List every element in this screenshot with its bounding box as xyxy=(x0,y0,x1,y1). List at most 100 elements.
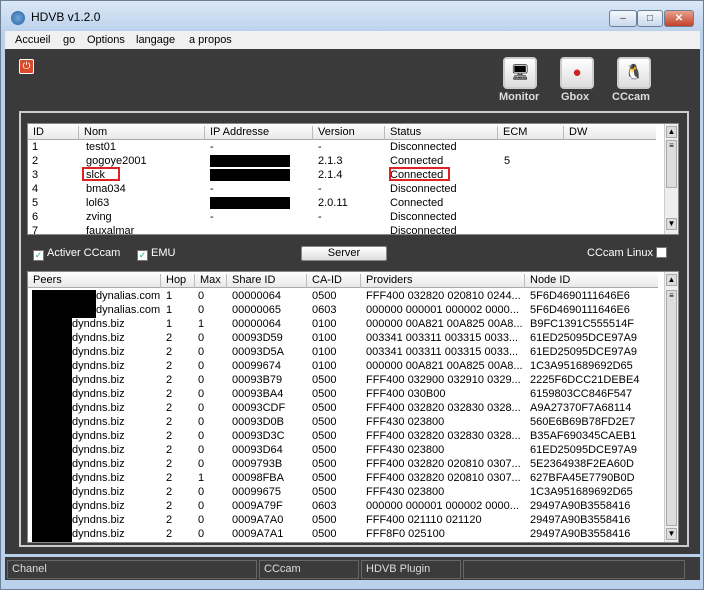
emu-checkbox[interactable]: ✓ EMU xyxy=(137,247,175,261)
col-dw[interactable]: DW xyxy=(563,126,587,140)
col-node-id[interactable]: Node ID xyxy=(524,274,570,288)
col-hop[interactable]: Hop xyxy=(160,274,186,288)
peer-cell: 0500 xyxy=(312,458,337,470)
scroll-thumb[interactable]: ≡ xyxy=(666,290,677,526)
peers-scrollbar[interactable]: ▲ ≡ ▼ xyxy=(664,272,678,542)
minimize-button[interactable]: ‒ xyxy=(609,10,637,27)
peer-row[interactable]: dyndns.biz 2 0 00093D5A 0100 003341 003311 00… xyxy=(28,346,660,360)
menu-langage[interactable]: langage xyxy=(136,34,175,46)
client-row[interactable]: 1 test01 - - Disconnected xyxy=(28,141,658,155)
col-id[interactable]: ID xyxy=(28,126,44,140)
peer-row[interactable]: dyndns.biz 2 0 00093BA4 0500 FFF400 030B00 615… xyxy=(28,388,660,402)
col-ecm[interactable]: ECM xyxy=(497,126,527,140)
peer-host-redacted xyxy=(32,332,72,346)
peer-row[interactable]: dyndns.biz 2 1 00098FBA 0500 FFF400 032820 02… xyxy=(28,472,660,486)
peer-cell: 000000 000001 000002 0000... xyxy=(366,500,519,512)
gbox-button[interactable]: ● xyxy=(560,57,594,89)
maximize-button[interactable]: □ xyxy=(637,10,663,27)
peer-row[interactable]: dyndns.biz 2 0 0009A79F 0603 000000 000001 00… xyxy=(28,500,660,514)
col-max[interactable]: Max xyxy=(194,274,221,288)
client-row[interactable]: 6 zving - - Disconnected xyxy=(28,211,658,225)
peer-row[interactable]: dyndns.biz 2 0 00093D64 0500 FFF430 023800 61E… xyxy=(28,444,660,458)
menu-go[interactable]: go xyxy=(63,34,75,46)
peer-row[interactable]: dyndns.biz 2 0 0009793B 0500 FFF400 032820 02… xyxy=(28,458,660,472)
monitor-button[interactable]: 🖥 xyxy=(503,57,537,89)
col-ip[interactable]: IP Addresse xyxy=(204,126,269,140)
peer-row[interactable]: dynalias.com 1 0 00000065 0603 000000 000001 … xyxy=(28,304,660,318)
peer-cell: 0 xyxy=(198,444,205,456)
peer-cell: 0 xyxy=(198,416,205,428)
peer-row[interactable]: dyndns.biz 2 0 00093B79 0500 FFF400 032900 03… xyxy=(28,374,660,388)
peer-cell: 0 xyxy=(198,528,205,540)
peer-cell: 2 xyxy=(166,402,173,414)
peer-cell: dyndns.biz xyxy=(72,430,125,442)
col-share-id[interactable]: Share ID xyxy=(226,274,275,288)
status-bar: Chanel CCcam HDVB Plugin xyxy=(5,557,700,580)
client-row[interactable]: 4 bma034 - - Disconnected xyxy=(28,183,658,197)
peer-cell: 0 xyxy=(198,360,205,372)
peer-row[interactable]: dyndns.biz 2 0 00093D59 0100 003341 003311 00… xyxy=(28,332,660,346)
client-ver: - xyxy=(318,211,322,223)
peer-cell: 000000 000001 000002 0000... xyxy=(366,304,519,316)
client-id: 7 xyxy=(32,225,39,235)
peer-row[interactable]: dyndns.biz 2 0 00093CDF 0500 FFF400 032820 03… xyxy=(28,402,660,416)
peer-row[interactable]: dyndns.biz 2 0 00099674 0100 000000 00A821 00… xyxy=(28,360,660,374)
client-row[interactable]: 2 gogoye2001 2.1.3 Connected 5 xyxy=(28,155,658,169)
client-status: Disconnected xyxy=(390,141,457,153)
col-version[interactable]: Version xyxy=(312,126,355,140)
activer-cccam-checkbox[interactable]: ✓ Activer CCcam xyxy=(33,247,120,261)
scroll-thumb[interactable]: ≡ xyxy=(666,140,677,188)
peer-row[interactable]: dyndns.biz 2 0 0009A7A1 0500 FFF8F0 025100 294… xyxy=(28,528,660,542)
peer-cell: dyndns.biz xyxy=(72,486,125,498)
emu-label: EMU xyxy=(151,247,176,259)
menu-a-propos[interactable]: a propos xyxy=(189,34,232,46)
client-status: Disconnected xyxy=(390,211,457,223)
peer-cell: 0009A7A0 xyxy=(232,514,284,526)
scroll-up-icon[interactable]: ▲ xyxy=(666,126,677,138)
peer-host-redacted xyxy=(32,402,72,416)
col-nom[interactable]: Nom xyxy=(78,126,107,140)
highlight-name xyxy=(82,167,120,181)
peer-cell: 00000064 xyxy=(232,290,281,302)
client-row[interactable]: 3 slck 2.1.4 Connected xyxy=(28,169,658,183)
peer-row[interactable]: dyndns.biz 2 0 0009A7A0 0500 FFF400 021110 02… xyxy=(28,514,660,528)
peer-row[interactable]: dyndns.biz 2 0 00093D3C 0500 FFF400 032820 03… xyxy=(28,430,660,444)
peer-cell: 2 xyxy=(166,360,173,372)
peer-row[interactable]: dyndns.biz 2 0 00099675 0500 FFF430 023800 1C3… xyxy=(28,486,660,500)
client-row[interactable]: 7 fauxalmar Disconnected xyxy=(28,225,658,235)
peer-row[interactable]: dyndns.biz 1 1 00000064 0100 000000 00A821 00… xyxy=(28,318,660,332)
peer-cell: 0500 xyxy=(312,416,337,428)
col-status[interactable]: Status xyxy=(384,126,421,140)
peer-cell: B9FC1391C555514F xyxy=(530,318,634,330)
peer-row[interactable]: dyndns.biz 2 0 00093D0B 0500 FFF430 023800 560… xyxy=(28,416,660,430)
peer-cell: 1 xyxy=(166,318,173,330)
col-providers[interactable]: Providers xyxy=(360,274,412,288)
cccam-linux-checkbox[interactable]: CCcam Linux xyxy=(587,247,670,259)
peer-cell: dyndns.biz xyxy=(72,528,125,540)
client-id: 5 xyxy=(32,197,39,209)
close-button[interactable]: ✕ xyxy=(664,10,694,27)
power-icon[interactable]: ⏻ xyxy=(19,59,34,74)
peer-row[interactable]: dynalias.com 1 0 00000064 0500 FFF400 032820 … xyxy=(28,290,660,304)
peer-cell: 00098FBA xyxy=(232,472,284,484)
cccam-button[interactable]: 🐧 xyxy=(617,57,651,89)
menu-options[interactable]: Options xyxy=(87,34,125,46)
server-button[interactable]: Server xyxy=(301,246,387,261)
scroll-down-icon[interactable]: ▼ xyxy=(666,528,677,540)
client-row[interactable]: 5 lol63 2.0.11 Connected xyxy=(28,197,658,211)
peer-cell: 0009A79F xyxy=(232,500,283,512)
scroll-down-icon[interactable]: ▼ xyxy=(666,218,677,230)
client-id: 4 xyxy=(32,183,39,195)
peer-cell: A9A27370F7A68114 xyxy=(530,402,632,414)
peer-cell: 0100 xyxy=(312,332,337,344)
clients-scrollbar[interactable]: ▲ ≡ ▼ xyxy=(664,124,678,234)
peer-cell: 0 xyxy=(198,290,205,302)
scroll-up-icon[interactable]: ▲ xyxy=(666,274,677,286)
col-ca-id[interactable]: CA-ID xyxy=(306,274,342,288)
peer-cell: 1 xyxy=(198,472,205,484)
menu-accueil[interactable]: Accueil xyxy=(15,34,50,46)
peer-cell: 1C3A951689692D65 xyxy=(530,360,633,372)
peer-cell: 2 xyxy=(166,388,173,400)
col-peers[interactable]: Peers xyxy=(28,274,62,288)
peer-host-redacted xyxy=(32,388,72,402)
